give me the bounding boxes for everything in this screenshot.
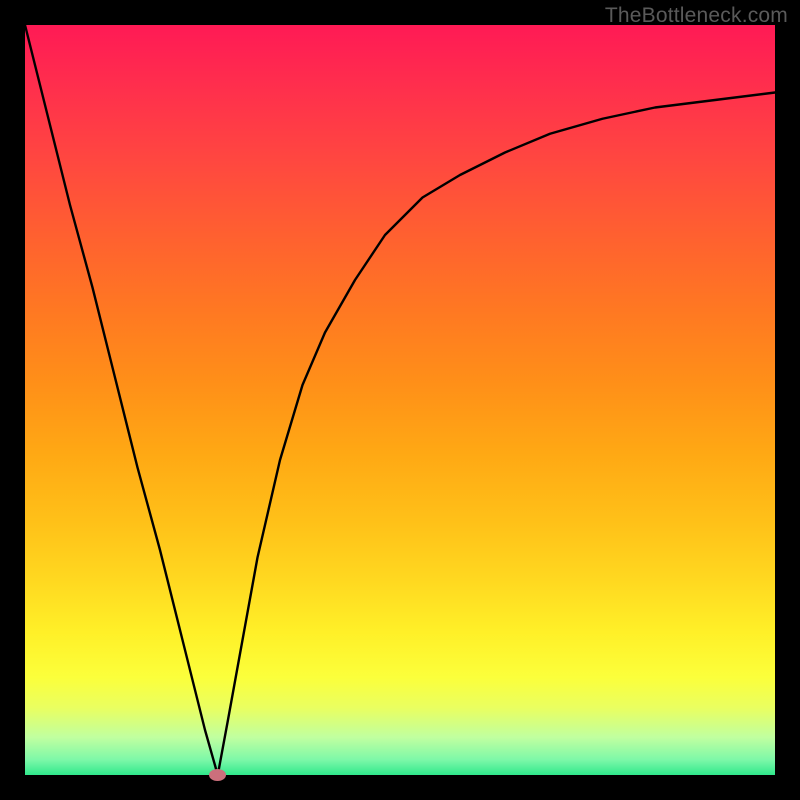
minimum-marker <box>209 769 226 781</box>
curve-line <box>25 25 775 775</box>
plot-area <box>25 25 775 775</box>
watermark-text: TheBottleneck.com <box>605 4 788 28</box>
